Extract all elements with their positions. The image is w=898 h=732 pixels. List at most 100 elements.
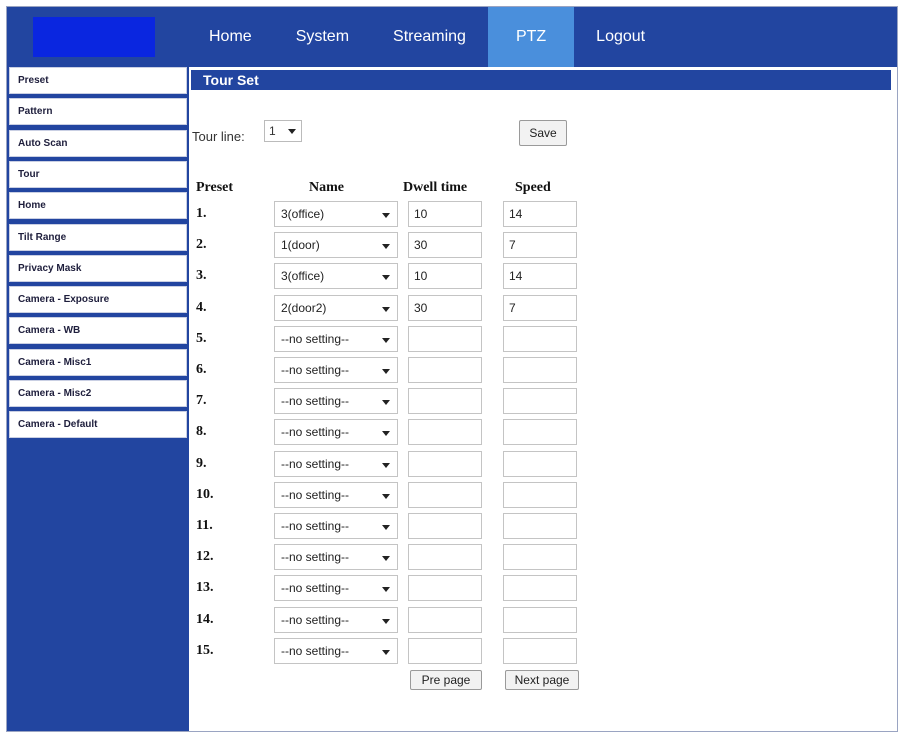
preset-name-select[interactable]: --no setting-- xyxy=(274,544,398,571)
dwell-time-input[interactable] xyxy=(408,419,482,446)
speed-input[interactable] xyxy=(503,513,577,539)
nav-logout[interactable]: Logout xyxy=(574,7,667,67)
chevron-down-icon xyxy=(382,587,390,593)
sidebar-item-camera-misc1[interactable]: Camera - Misc1 xyxy=(9,348,187,376)
nav-streaming[interactable]: Streaming xyxy=(371,7,488,67)
dwell-time-input[interactable] xyxy=(408,637,482,664)
preset-number: 13. xyxy=(196,580,214,596)
chevron-down-icon xyxy=(382,618,390,624)
speed-input[interactable] xyxy=(503,388,577,415)
preset-number: 5. xyxy=(196,330,207,346)
preset-name-value: --no setting-- xyxy=(281,487,350,502)
pre-page-button[interactable]: Pre page xyxy=(410,670,482,690)
preset-name-select[interactable]: 2(door2) xyxy=(274,294,398,321)
table-row: 13. --no setting-- xyxy=(189,575,609,602)
speed-input[interactable] xyxy=(503,357,577,383)
table-row: 15. --no setting-- xyxy=(189,637,609,664)
dwell-time-input[interactable] xyxy=(408,294,482,321)
sidebar-item-home[interactable]: Home xyxy=(9,192,187,220)
preset-number: 12. xyxy=(196,549,214,565)
column-header-preset: Preset xyxy=(196,180,234,195)
speed-input[interactable] xyxy=(503,575,577,602)
dwell-time-input[interactable] xyxy=(408,388,482,415)
dwell-time-input[interactable] xyxy=(408,481,482,508)
preset-number: 4. xyxy=(196,299,207,315)
nav-home[interactable]: Home xyxy=(187,7,274,67)
preset-number: 1. xyxy=(196,206,207,221)
preset-number: 7. xyxy=(196,393,207,409)
chevron-down-icon xyxy=(382,337,390,343)
dwell-time-input[interactable] xyxy=(408,325,482,352)
speed-input[interactable] xyxy=(503,294,577,321)
sidebar-item-privacy-mask[interactable]: Privacy Mask xyxy=(9,254,187,282)
dwell-time-input[interactable] xyxy=(408,201,482,227)
next-page-button[interactable]: Next page xyxy=(505,670,579,690)
preset-name-value: --no setting-- xyxy=(281,394,350,409)
preset-name-select[interactable]: 3(office) xyxy=(274,263,398,290)
chevron-down-icon xyxy=(382,556,390,562)
chevron-down-icon xyxy=(288,129,296,134)
column-header-speed: Speed xyxy=(515,180,551,195)
chevron-down-icon xyxy=(382,431,390,437)
dwell-time-input[interactable] xyxy=(408,232,482,259)
speed-input[interactable] xyxy=(503,201,577,227)
sidebar-item-auto-scan[interactable]: Auto Scan xyxy=(9,129,187,157)
preset-name-select[interactable]: --no setting-- xyxy=(274,419,398,446)
dwell-time-input[interactable] xyxy=(408,357,482,383)
preset-name-value: 1(door) xyxy=(281,238,320,253)
dwell-time-input[interactable] xyxy=(408,544,482,571)
dwell-time-input[interactable] xyxy=(408,606,482,633)
chevron-down-icon xyxy=(382,275,390,281)
preset-name-select[interactable]: --no setting-- xyxy=(274,513,398,539)
speed-input[interactable] xyxy=(503,263,577,290)
preset-number: 15. xyxy=(196,642,214,658)
preset-name-select[interactable]: 3(office) xyxy=(274,201,398,227)
dwell-time-input[interactable] xyxy=(408,450,482,477)
speed-input[interactable] xyxy=(503,544,577,571)
table-row: 1. 3(office) xyxy=(189,201,609,227)
sidebar-item-tilt-range[interactable]: Tilt Range xyxy=(9,223,187,251)
preset-name-select[interactable]: --no setting-- xyxy=(274,606,398,633)
preset-name-select[interactable]: --no setting-- xyxy=(274,388,398,415)
speed-input[interactable] xyxy=(503,325,577,352)
preset-name-value: 3(office) xyxy=(281,207,325,221)
sidebar-item-camera-misc2[interactable]: Camera - Misc2 xyxy=(9,380,187,407)
preset-name-select[interactable]: --no setting-- xyxy=(274,357,398,383)
preset-name-select[interactable]: --no setting-- xyxy=(274,450,398,477)
table-row: 5. --no setting-- xyxy=(189,325,609,352)
sidebar-item-tour[interactable]: Tour xyxy=(9,160,187,188)
chevron-down-icon xyxy=(382,369,390,374)
preset-number: 6. xyxy=(196,362,207,377)
preset-name-select[interactable]: --no setting-- xyxy=(274,481,398,508)
speed-input[interactable] xyxy=(503,606,577,633)
preset-name-value: --no setting-- xyxy=(281,519,350,533)
speed-input[interactable] xyxy=(503,481,577,508)
sidebar-item-camera-wb[interactable]: Camera - WB xyxy=(9,317,187,345)
dwell-time-input[interactable] xyxy=(408,513,482,539)
preset-name-select[interactable]: --no setting-- xyxy=(274,575,398,602)
preset-number: 8. xyxy=(196,424,207,440)
sidebar-item-preset[interactable]: Preset xyxy=(9,67,187,94)
dwell-time-input[interactable] xyxy=(408,575,482,602)
speed-input[interactable] xyxy=(503,232,577,259)
tour-line-select[interactable]: 1 xyxy=(264,120,302,142)
save-button[interactable]: Save xyxy=(519,120,567,146)
tour-line-label: Tour line: xyxy=(192,129,245,144)
sidebar-item-camera-default[interactable]: Camera - Default xyxy=(9,411,187,439)
preset-name-select[interactable]: --no setting-- xyxy=(274,325,398,352)
sidebar-item-pattern[interactable]: Pattern xyxy=(9,98,187,126)
nav-system[interactable]: System xyxy=(274,7,371,67)
dwell-time-input[interactable] xyxy=(408,263,482,290)
preset-name-select[interactable]: --no setting-- xyxy=(274,637,398,664)
preset-name-value: --no setting-- xyxy=(281,456,350,471)
table-row: 4. 2(door2) xyxy=(189,294,609,321)
preset-number: 2. xyxy=(196,237,207,253)
speed-input[interactable] xyxy=(503,637,577,664)
preset-name-select[interactable]: 1(door) xyxy=(274,232,398,259)
sidebar-item-camera-exposure[interactable]: Camera - Exposure xyxy=(9,286,187,314)
speed-input[interactable] xyxy=(503,450,577,477)
sidebar: Preset Pattern Auto Scan Tour Home Tilt Range… xyxy=(7,67,189,731)
nav-ptz[interactable]: PTZ xyxy=(487,7,575,67)
speed-input[interactable] xyxy=(503,419,577,446)
table-row: 14. --no setting-- xyxy=(189,606,609,633)
